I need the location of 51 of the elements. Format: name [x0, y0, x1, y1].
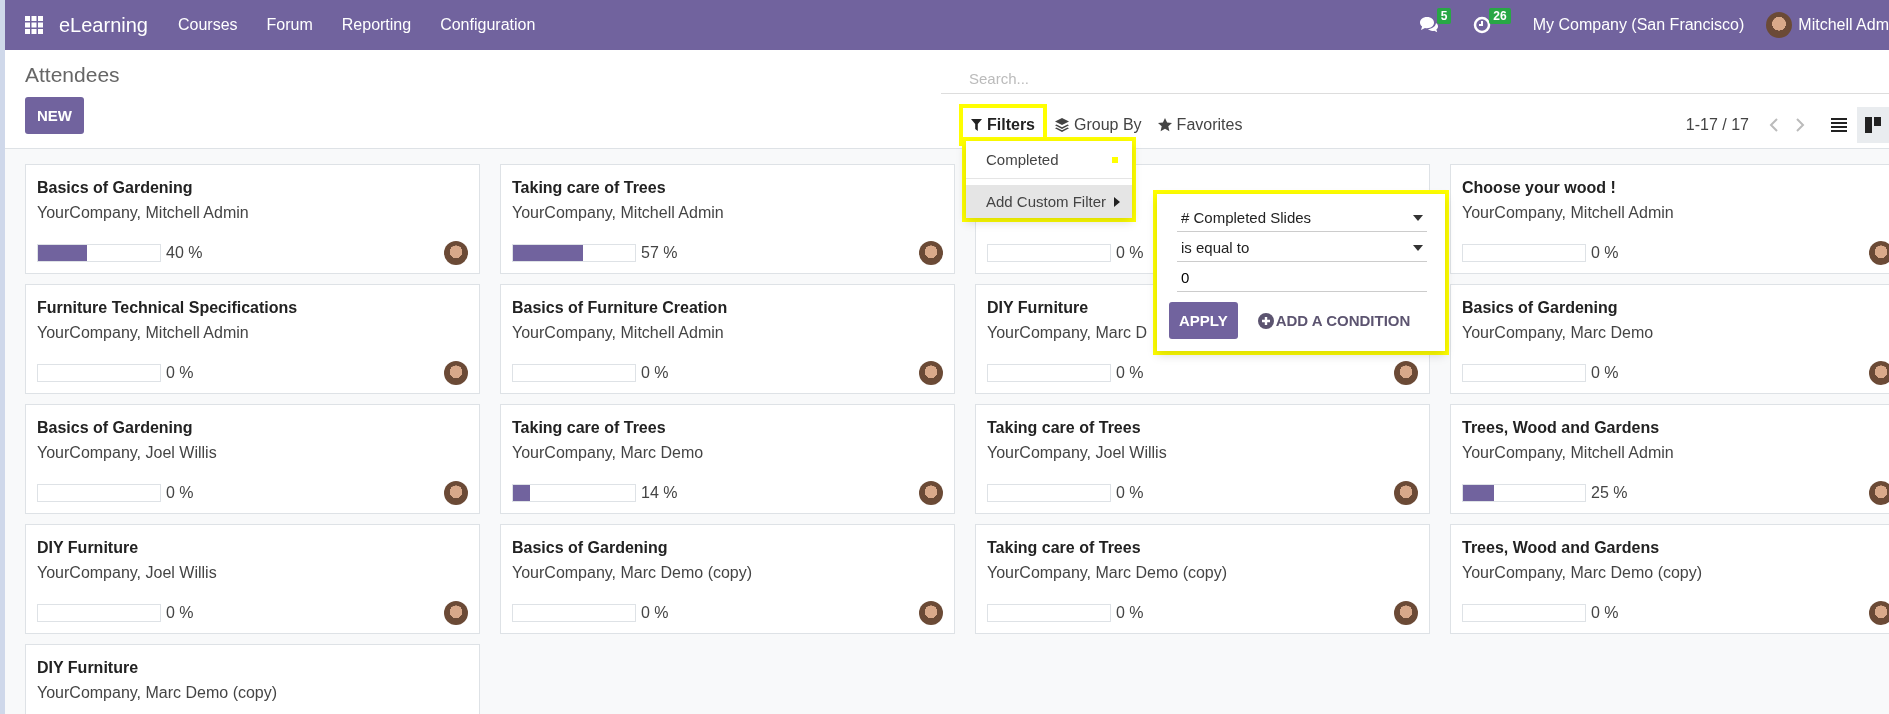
course-title: Taking care of Trees [987, 539, 1142, 558]
attendee-name: YourCompany, Marc Demo (copy) [987, 564, 1229, 583]
progress-percent: 40 % [166, 244, 203, 262]
progress-percent: 0 % [166, 364, 194, 382]
attendee-name: YourCompany, Marc Demo (copy) [37, 684, 279, 703]
attendee-name: YourCompany, Mitchell Admin [1462, 204, 1675, 223]
progress-percent: 0 % [1116, 484, 1144, 502]
page-title: Attendees [25, 63, 120, 87]
progress-percent: 0 % [641, 364, 669, 382]
course-title: Choose your wood ! [1462, 179, 1617, 198]
progress-percent: 0 % [1116, 244, 1144, 262]
progress-percent: 0 % [166, 484, 194, 502]
progress-percent: 0 % [1591, 364, 1619, 382]
course-title: DIY Furniture [987, 299, 1090, 318]
course-title: Furniture Technical Specifications [37, 299, 299, 318]
attendee-name: YourCompany, Mitchell Admin [512, 324, 725, 343]
course-title: DIY Furniture [37, 659, 140, 678]
progress-percent: 25 % [1591, 484, 1628, 502]
attendee-name: YourCompany, Marc Demo (copy) [1462, 564, 1704, 583]
course-title: Trees, Wood and Gardens [1462, 539, 1661, 558]
progress-percent: 57 % [641, 244, 678, 262]
activity-count-badge: 26 [1489, 8, 1511, 24]
attendee-name: YourCompany, Mitchell Admin [1462, 444, 1675, 463]
progress-percent: 0 % [166, 604, 194, 622]
attendee-name: YourCompany, Marc D [987, 324, 1149, 343]
attendee-name: YourCompany, Marc Demo [1462, 324, 1655, 343]
course-title: Taking care of Trees [512, 179, 667, 198]
attendee-name: YourCompany, Mitchell Admin [37, 324, 250, 343]
attendee-name: YourCompany, Joel Willis [987, 444, 1168, 463]
attendee-name: YourCompany, Marc Demo (copy) [512, 564, 754, 583]
course-title: DIY Furniture [37, 539, 140, 558]
course-title: Basics of Gardening [1462, 299, 1619, 318]
course-title: Taking care of Trees [512, 419, 667, 438]
attendee-name: YourCompany, Mitchell Admin [512, 204, 725, 223]
progress-percent: 14 % [641, 484, 678, 502]
attendee-name: YourCompany, Joel Willis [37, 564, 218, 583]
course-title: Basics of Gardening [512, 539, 669, 558]
course-title: Taking care of Trees [987, 419, 1142, 438]
message-count-badge: 5 [1436, 8, 1452, 24]
attendee-name: YourCompany, Mitchell Admin [37, 204, 250, 223]
attendee-name: YourCompany, Marc Demo [512, 444, 705, 463]
progress-percent: 0 % [1591, 244, 1619, 262]
course-title: Basics of Gardening [37, 419, 194, 438]
course-title: Basics of Furniture Creation [512, 299, 729, 318]
progress-percent: 0 % [1591, 604, 1619, 622]
course-title: Trees, Wood and Gardens [1462, 419, 1661, 438]
progress-percent: 0 % [1116, 364, 1144, 382]
attendee-name: YourCompany, Joel Willis [37, 444, 218, 463]
course-title: Basics of Gardening [37, 179, 194, 198]
progress-percent: 0 % [641, 604, 669, 622]
progress-percent: 0 % [1116, 604, 1144, 622]
